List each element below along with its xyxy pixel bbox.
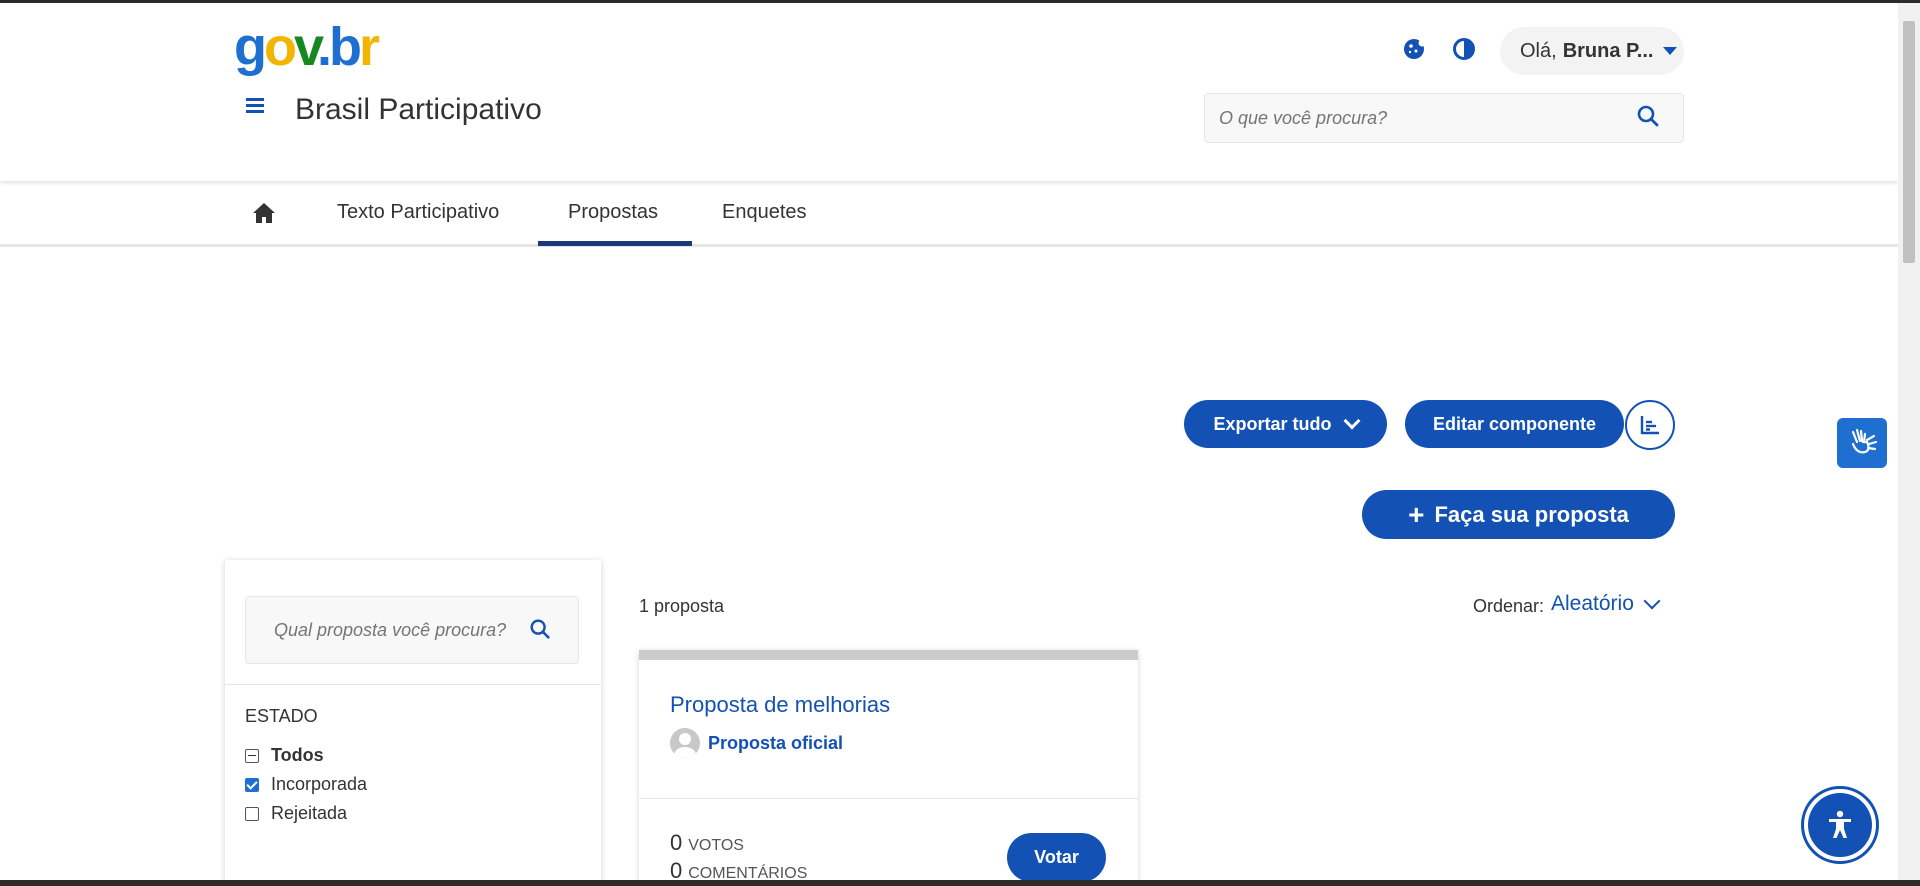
site-title: Brasil Participativo: [295, 93, 542, 126]
window-bottom-border: [0, 880, 1920, 886]
filter-option-incorporada[interactable]: Incorporada: [245, 774, 367, 795]
filter-section-title: ESTADO: [245, 706, 318, 726]
site-header: gov.br Brasil Participativo Olá, Bruna P…: [0, 3, 1898, 181]
checkbox-checked[interactable]: [245, 777, 259, 792]
hamburger-menu-icon[interactable]: [242, 95, 268, 121]
statistics-button[interactable]: [1625, 400, 1675, 450]
user-menu-button[interactable]: Olá, Bruna P...: [1500, 27, 1684, 75]
filter-option-label: Incorporada: [271, 774, 368, 794]
accessibility-person-icon: [1808, 793, 1872, 857]
active-tab-indicator: [538, 241, 692, 246]
new-proposal-button[interactable]: + Faça sua proposta: [1362, 490, 1675, 539]
tab-texto-participativo[interactable]: Texto Participativo: [337, 201, 499, 224]
chevron-down-icon: [1343, 412, 1360, 430]
govbr-logo[interactable]: gov.br: [234, 17, 380, 77]
filter-option-rejeitada[interactable]: Rejeitada: [245, 803, 347, 824]
author-name: Proposta oficial: [708, 732, 844, 753]
filter-panel: ESTADO: [225, 560, 601, 886]
card-divider: [639, 798, 1138, 799]
sign-language-widget[interactable]: [1837, 418, 1887, 468]
home-icon[interactable]: [250, 199, 280, 229]
vote-button[interactable]: Votar: [1007, 833, 1106, 882]
proposal-author[interactable]: Proposta oficial: [670, 728, 843, 758]
export-all-label: Exportar tudo: [1213, 413, 1332, 434]
accessibility-widget[interactable]: [1801, 786, 1879, 864]
component-tabs: Texto Participativo Propostas Enquetes: [0, 181, 1898, 247]
new-proposal-label: Faça sua proposta: [1434, 501, 1629, 527]
edit-component-button[interactable]: Editar componente: [1405, 400, 1624, 448]
search-icon[interactable]: [1635, 103, 1665, 133]
filter-option-label: Todos: [271, 745, 324, 765]
filter-option-label: Rejeitada: [271, 803, 348, 823]
chevron-down-icon: [1643, 592, 1661, 610]
order-dropdown[interactable]: Aleatório: [1551, 592, 1661, 616]
page-scrollbar[interactable]: [1898, 3, 1920, 880]
proposal-search-input[interactable]: [246, 619, 516, 641]
filter-divider: [225, 684, 601, 685]
bar-chart-icon: [1640, 416, 1659, 435]
site-search-input[interactable]: [1205, 107, 1625, 129]
votes-label: VOTOS: [688, 837, 744, 854]
sign-language-hands-icon: [1851, 428, 1878, 454]
results-count: 1 proposta: [639, 596, 725, 616]
filter-option-todos[interactable]: Todos: [245, 745, 324, 766]
edit-component-label: Editar componente: [1432, 413, 1597, 434]
checkbox-indeterminate[interactable]: [245, 748, 259, 763]
user-greeting: Olá,: [1520, 39, 1557, 62]
votes-stat: 0 VOTOS: [670, 830, 744, 856]
card-status-bar: [639, 650, 1138, 660]
site-search: [1204, 93, 1684, 143]
tab-propostas[interactable]: Propostas: [568, 201, 658, 224]
tab-enquetes[interactable]: Enquetes: [722, 201, 807, 224]
order-label: Ordenar:: [1473, 596, 1545, 616]
vote-button-label: Votar: [1034, 847, 1079, 867]
plus-icon: +: [1408, 498, 1425, 530]
votes-count: 0: [670, 830, 683, 855]
order-value: Aleatório: [1551, 592, 1634, 615]
search-icon[interactable]: [528, 617, 554, 643]
caret-down-icon: [1663, 47, 1678, 55]
contrast-icon[interactable]: [1452, 37, 1478, 63]
proposal-search: [245, 596, 579, 664]
cookie-icon[interactable]: [1402, 37, 1428, 63]
scrollbar-thumb[interactable]: [1903, 21, 1915, 263]
user-name: Bruna P...: [1562, 39, 1654, 62]
checkbox-unchecked[interactable]: [245, 806, 259, 821]
proposal-title-link[interactable]: Proposta de melhorias: [670, 692, 890, 718]
export-all-button[interactable]: Exportar tudo: [1184, 400, 1387, 448]
avatar: [670, 728, 700, 758]
